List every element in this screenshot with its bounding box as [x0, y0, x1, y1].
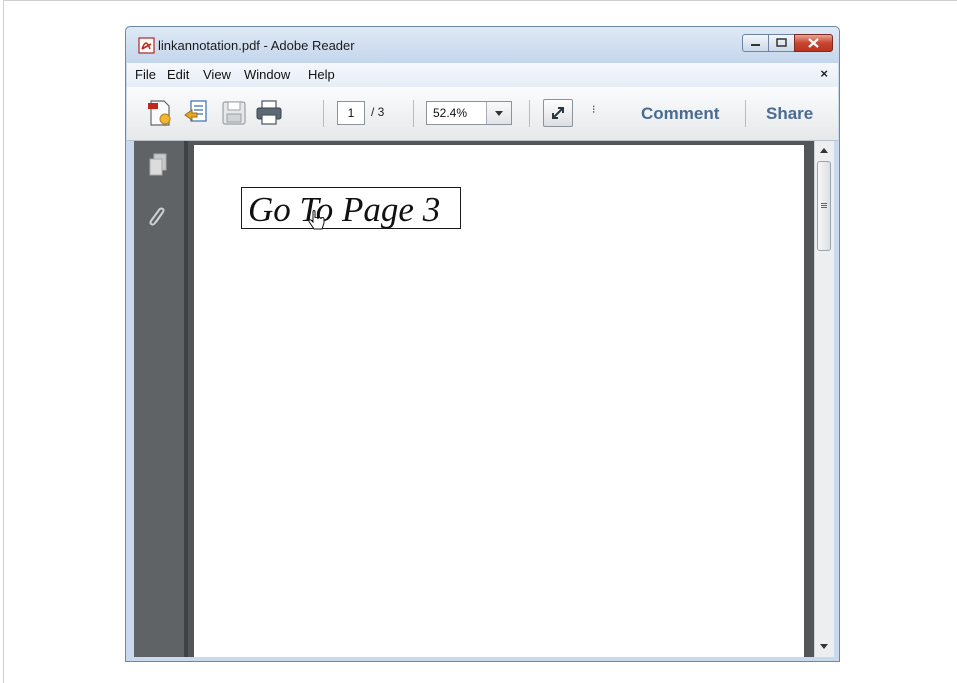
hand-pointer-cursor-icon	[308, 210, 325, 230]
adobe-reader-window: linkannotation.pdf - Adobe Reader File E…	[125, 26, 840, 662]
window-controls	[742, 34, 833, 52]
menu-edit[interactable]: Edit	[167, 67, 189, 82]
link-annotation-text: Go To Page 3	[248, 190, 441, 229]
menu-file[interactable]: File	[135, 67, 156, 82]
more-tools-icon[interactable]: ⁝	[592, 103, 596, 116]
page-number-input[interactable]: 1	[337, 101, 365, 125]
menu-bar: File Edit View Window Help ×	[127, 63, 838, 87]
screen-border-left	[3, 0, 4, 683]
zoom-select[interactable]: 52.4%	[426, 101, 512, 125]
link-annotation[interactable]: Go To Page 3	[241, 187, 461, 229]
menu-help[interactable]: Help	[308, 67, 335, 82]
pane-divider[interactable]	[184, 141, 188, 657]
share-button[interactable]: Share	[766, 104, 813, 124]
scroll-down-arrow-icon[interactable]	[820, 644, 828, 649]
print-icon[interactable]	[254, 98, 284, 128]
expand-arrows-icon	[552, 107, 564, 119]
pdf-page: Go To Page 3	[194, 145, 804, 657]
toolbar-separator	[413, 100, 414, 127]
minimize-button[interactable]	[742, 34, 769, 52]
toolbar-separator	[323, 100, 324, 127]
minimize-icon	[751, 44, 760, 46]
document-viewer: Go To Page 3	[134, 141, 834, 657]
toolbar: 1 / 3 52.4% ⁝ Comment Share	[127, 87, 838, 141]
page-total-label: / 3	[371, 105, 385, 119]
comment-button[interactable]: Comment	[641, 104, 719, 124]
zoom-value: 52.4%	[433, 106, 468, 120]
menu-view[interactable]: View	[203, 67, 231, 82]
scroll-up-arrow-icon[interactable]	[820, 148, 828, 153]
window-title: linkannotation.pdf - Adobe Reader	[158, 38, 355, 53]
open-file-icon[interactable]	[182, 98, 212, 128]
toolbar-separator	[745, 100, 746, 127]
menu-window[interactable]: Window	[244, 67, 290, 82]
page-thumbnails-icon[interactable]	[146, 151, 170, 181]
maximize-icon	[776, 38, 787, 47]
full-screen-button[interactable]	[543, 99, 573, 127]
screen-border-top	[3, 0, 957, 1]
maximize-button[interactable]	[768, 34, 795, 52]
navigation-pane	[134, 141, 184, 657]
close-icon	[808, 38, 819, 48]
pdf-app-icon[interactable]	[138, 37, 155, 54]
toolbar-separator	[529, 100, 530, 127]
attachments-paperclip-icon[interactable]	[146, 203, 170, 233]
save-icon[interactable]	[219, 98, 249, 128]
scrollbar-thumb[interactable]	[817, 161, 831, 251]
close-window-button[interactable]	[794, 34, 833, 52]
chevron-down-icon[interactable]	[486, 102, 511, 124]
close-document-button[interactable]: ×	[820, 66, 828, 81]
scroll-grip-icon	[821, 203, 827, 204]
vertical-scrollbar[interactable]	[814, 141, 834, 657]
create-pdf-icon[interactable]	[145, 98, 175, 128]
title-bar[interactable]: linkannotation.pdf - Adobe Reader	[126, 27, 839, 63]
